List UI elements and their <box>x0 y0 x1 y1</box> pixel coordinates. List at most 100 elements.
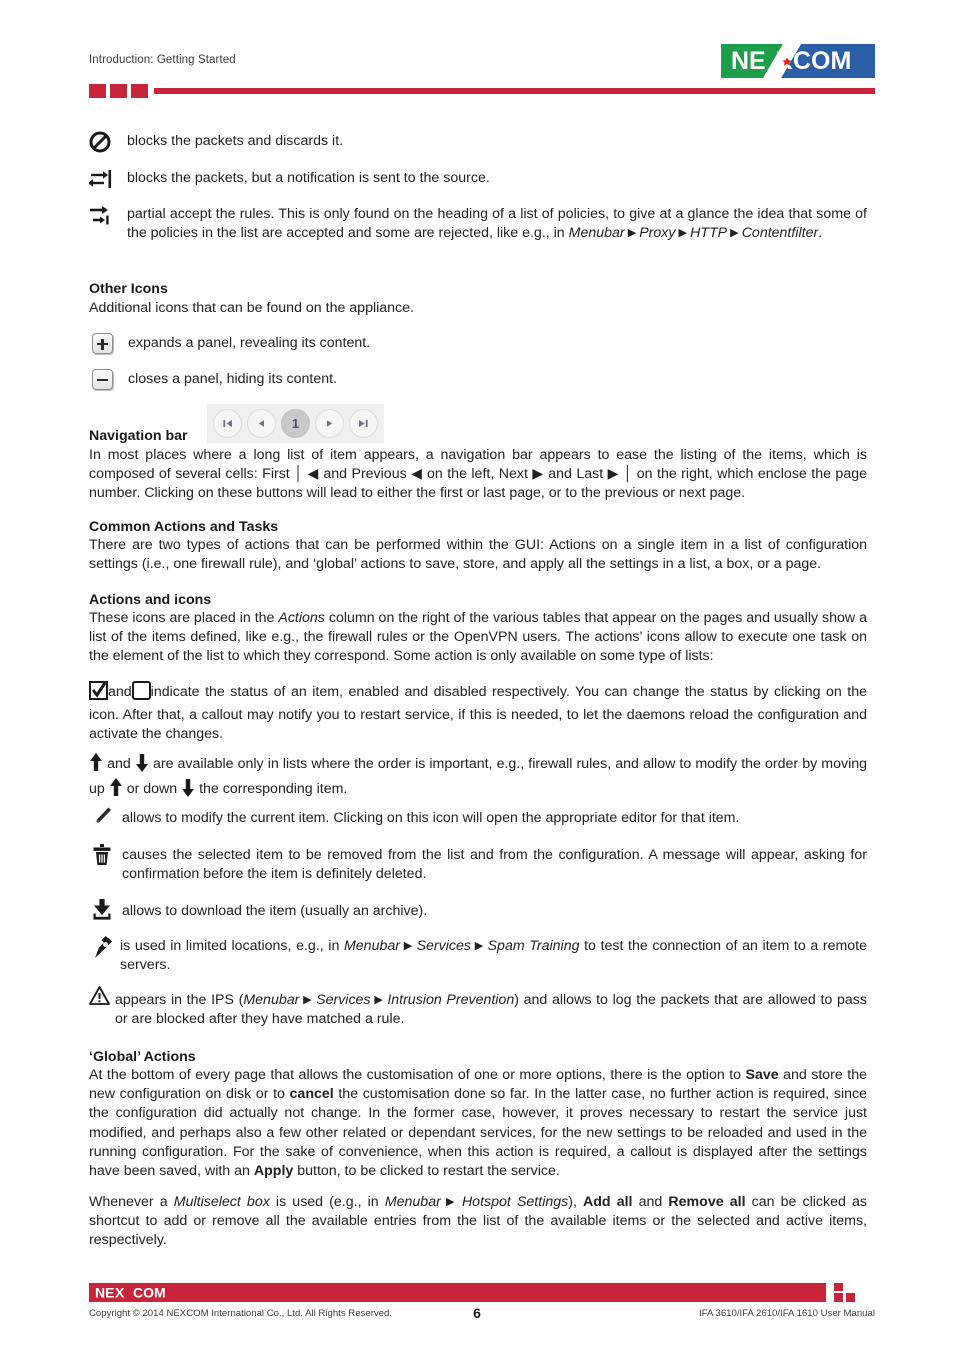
header-rule <box>89 84 875 98</box>
actions-icons-heading: Actions and icons <box>89 592 212 608</box>
pagination-prev-button[interactable] <box>247 409 276 438</box>
footer-nexcom-logo: NE COM X <box>95 1285 187 1300</box>
warning-intrusion-prevention: Intrusion Prevention <box>387 992 515 1008</box>
chevron-right-icon: ▶ <box>727 227 742 240</box>
svg-text:NE: NE <box>731 47 766 75</box>
footer-manual-title: IFA 3610/IFA 2610/IFA 1610 User Manual <box>698 1308 875 1319</box>
partial-accept-line1: partial accept the rules. This is only f… <box>127 206 785 222</box>
partial-accept-icon <box>89 204 113 233</box>
navbar-para-line3: number. Clicking on these buttons will l… <box>89 485 746 502</box>
arrow-up-icon[interactable] <box>89 753 103 778</box>
navigation-bar-paragraph: In most places where a long list of item… <box>89 446 867 504</box>
chevron-right-icon: ▶ <box>470 940 488 952</box>
chevron-right-icon: ▶ <box>399 940 417 952</box>
pagination-last-button[interactable] <box>349 409 378 438</box>
navbar-para-line2: composed of several cells: First │ ◀ and… <box>89 466 867 483</box>
global-menubar: Menubar <box>384 1194 441 1210</box>
footer-square-1 <box>834 1283 843 1291</box>
other-icons-intro: Additional icons that can be found on th… <box>89 300 414 316</box>
global-actions-paragraph-1: At the bottom of every page that allows … <box>89 1066 867 1181</box>
other-icons-heading: Other Icons <box>89 281 168 297</box>
partial-accept-menubar: Menubar <box>568 225 625 242</box>
common-actions-paragraph: There are two types of actions that can … <box>89 537 867 573</box>
navigation-bar-heading: Navigation bar <box>89 428 188 444</box>
header-bar <box>154 88 875 94</box>
footer-red-bar: NE COM X <box>89 1283 826 1302</box>
hotspot-settings-label: Hotspot Settings <box>461 1194 569 1210</box>
global-p2-a: Whenever a <box>89 1194 174 1210</box>
plug-spam-training: Spam Training <box>487 938 580 954</box>
arrow-down-icon[interactable] <box>181 778 195 803</box>
cancel-label: cancel <box>289 1086 334 1103</box>
global-p1-a: At the bottom of every page that allows … <box>89 1067 746 1083</box>
partial-accept-period: . <box>818 225 823 242</box>
warning-menubar: Menubar <box>243 992 300 1008</box>
order-arrows-paragraph: and are available only in lists where th… <box>89 753 867 803</box>
intro-icon-text-0: blocks the packets and discards it. <box>127 133 344 149</box>
warning-text-a: appears in the IPS ( <box>115 992 244 1008</box>
global-actions-heading: ‘Global’ Actions <box>89 1049 196 1065</box>
svg-text:NE: NE <box>95 1285 114 1300</box>
svg-text:COM: COM <box>133 1285 166 1300</box>
collapse-panel-icon[interactable] <box>92 369 113 390</box>
chevron-right-icon: ▶ <box>299 994 317 1006</box>
document-page: Introduction: Getting Started NE COM X b… <box>0 0 954 1350</box>
global-p2-b: is used (e.g., in <box>269 1194 385 1210</box>
header-square-1 <box>89 84 106 98</box>
global-p1-d: button, to be clicked to restart the ser… <box>293 1163 560 1180</box>
footer-bar: NE COM X <box>89 1283 875 1302</box>
save-label: Save <box>745 1067 779 1083</box>
reject-notify-icon <box>88 168 113 195</box>
global-actions-paragraph-2: Whenever a Multiselect box is used (e.g.… <box>89 1193 867 1251</box>
action-item-text-3: is used in limited locations, e.g., in M… <box>120 937 867 975</box>
common-actions-heading: Common Actions and Tasks <box>89 519 279 535</box>
arrows-para-d: the corresponding item. <box>199 781 348 798</box>
footer-square-2 <box>834 1293 843 1302</box>
arrow-down-icon[interactable] <box>135 753 149 778</box>
action-item-text-0: allows to modify the current item. Click… <box>122 810 740 826</box>
pagination-current-page[interactable]: 1 <box>281 409 310 438</box>
pagination-first-button[interactable] <box>213 409 242 438</box>
partial-accept-http: HTTP <box>690 225 728 242</box>
remove-all-label: Remove all <box>668 1194 746 1210</box>
no-entry-icon <box>89 131 111 158</box>
actions-para-a: These icons are placed in the <box>89 610 279 626</box>
expand-panel-icon[interactable] <box>92 333 113 354</box>
arrows-para-c: or down <box>126 781 178 798</box>
pagination-widget[interactable]: 1 <box>207 404 384 443</box>
intro-icon-text-2: partial accept the rules. This is only f… <box>127 205 867 243</box>
add-all-label: Add all <box>583 1194 633 1210</box>
chevron-right-icon: ▶ <box>675 227 691 240</box>
checkbox-checked-icon[interactable] <box>89 681 108 706</box>
pagination-next-button[interactable] <box>315 409 344 438</box>
warning-triangle-icon[interactable] <box>89 986 110 1010</box>
action-item-text-1: causes the selected item to be removed f… <box>122 847 867 883</box>
navbar-para-line1: In most places where a long list of item… <box>89 447 867 463</box>
breadcrumb: Introduction: Getting Started <box>89 54 236 66</box>
actions-column-word: Actions <box>278 610 325 626</box>
chevron-right-icon: ▶ <box>624 227 640 240</box>
download-icon[interactable] <box>92 899 112 925</box>
checkbox-para-a: and <box>108 684 132 700</box>
arrow-up-icon[interactable] <box>109 778 123 803</box>
apply-label: Apply <box>253 1163 294 1180</box>
action-item-text-2: allows to download the item (usually an … <box>122 903 428 919</box>
plug-connect-icon[interactable] <box>92 935 114 964</box>
partial-accept-contentfilter: Contentfilter <box>741 225 819 242</box>
footer-square-3 <box>846 1293 855 1302</box>
partial-accept-proxy: Proxy <box>639 225 676 242</box>
multiselect-box-label: Multiselect box <box>173 1194 270 1210</box>
checkbox-status-paragraph: and indicate the status of an item, enabl… <box>89 681 867 745</box>
plug-menubar: Menubar <box>343 938 400 954</box>
header-square-2 <box>110 84 127 98</box>
plug-text-a: is used in limited locations, e.g., in <box>120 938 344 954</box>
other-icon-text-0: expands a panel, revealing its content. <box>128 335 371 351</box>
global-p2-c: ), <box>568 1194 584 1210</box>
action-item-text-4: appears in the IPS (Menubar ▶ Services ▶… <box>115 991 867 1029</box>
arrows-para-a: and <box>107 756 131 772</box>
chevron-right-icon: ▶ <box>370 994 388 1006</box>
trash-delete-icon[interactable] <box>92 844 112 871</box>
global-p2-d: and <box>632 1194 669 1210</box>
pencil-edit-icon[interactable] <box>92 806 112 831</box>
checkbox-unchecked-icon[interactable] <box>131 681 151 706</box>
